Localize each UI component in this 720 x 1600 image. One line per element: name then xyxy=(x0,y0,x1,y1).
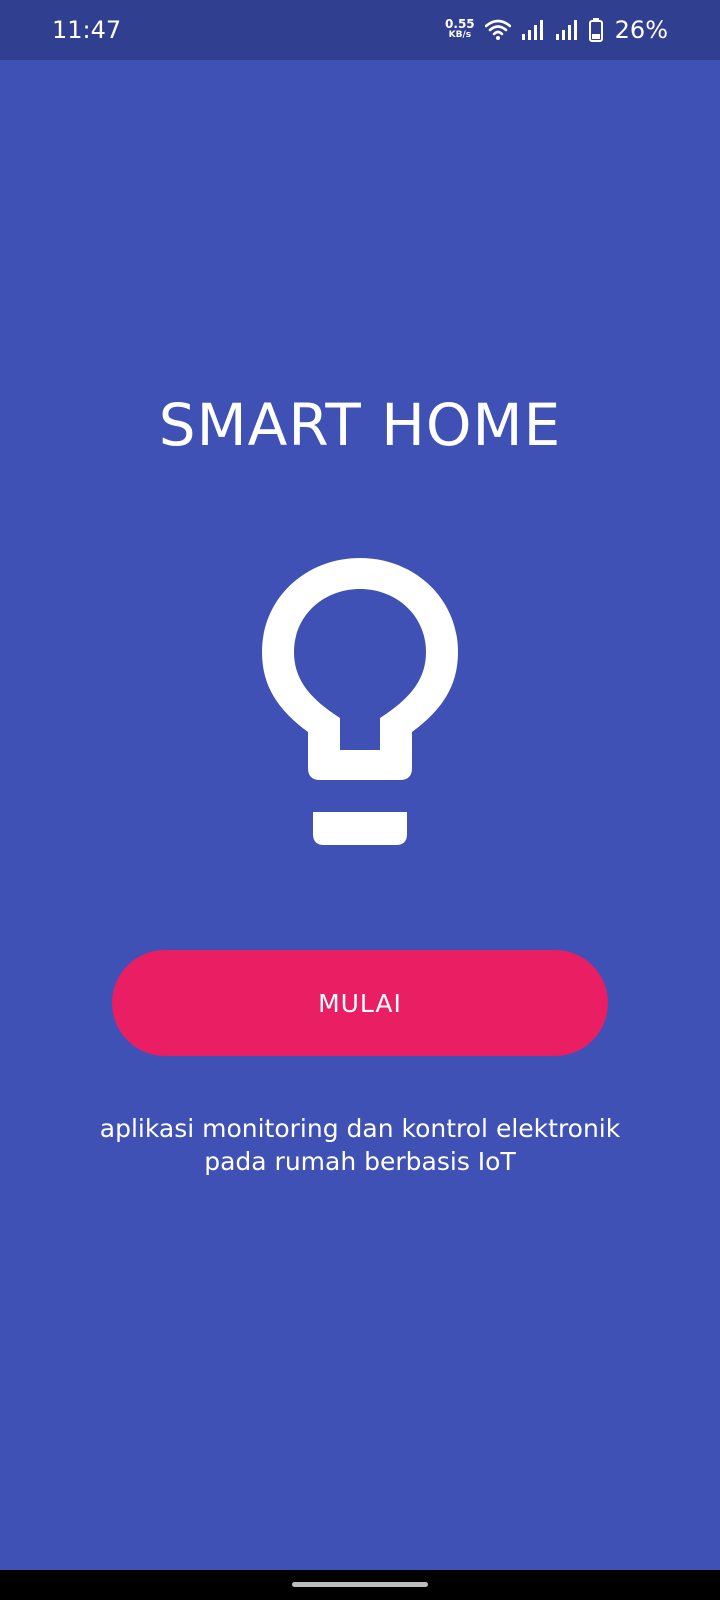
signal-icon xyxy=(555,19,579,41)
navigation-bar xyxy=(0,1570,720,1600)
network-speed: 0.55 KB/s xyxy=(445,17,475,41)
battery-icon xyxy=(588,18,603,42)
start-button[interactable]: MULAI xyxy=(112,950,608,1056)
app-description: aplikasi monitoring dan kontrol elektron… xyxy=(40,1112,680,1178)
status-time: 11:47 xyxy=(52,16,122,44)
battery-percent: 26% xyxy=(614,16,668,44)
signal-icon xyxy=(521,19,545,41)
status-bar: 11:47 0.55 KB/s 26% xyxy=(0,0,720,60)
app-title: SMART HOME xyxy=(158,391,562,459)
description-line-1: aplikasi monitoring dan kontrol elektron… xyxy=(99,1114,621,1143)
description-line-2: pada rumah berbasis IoT xyxy=(204,1147,516,1176)
wifi-icon xyxy=(484,19,511,41)
network-speed-value: 0.55 xyxy=(445,17,475,31)
network-speed-unit: KB/s xyxy=(448,30,472,40)
home-gesture-handle[interactable] xyxy=(292,1582,428,1587)
status-icons: 0.55 KB/s 26% xyxy=(445,14,668,46)
lightbulb-icon xyxy=(240,540,480,870)
